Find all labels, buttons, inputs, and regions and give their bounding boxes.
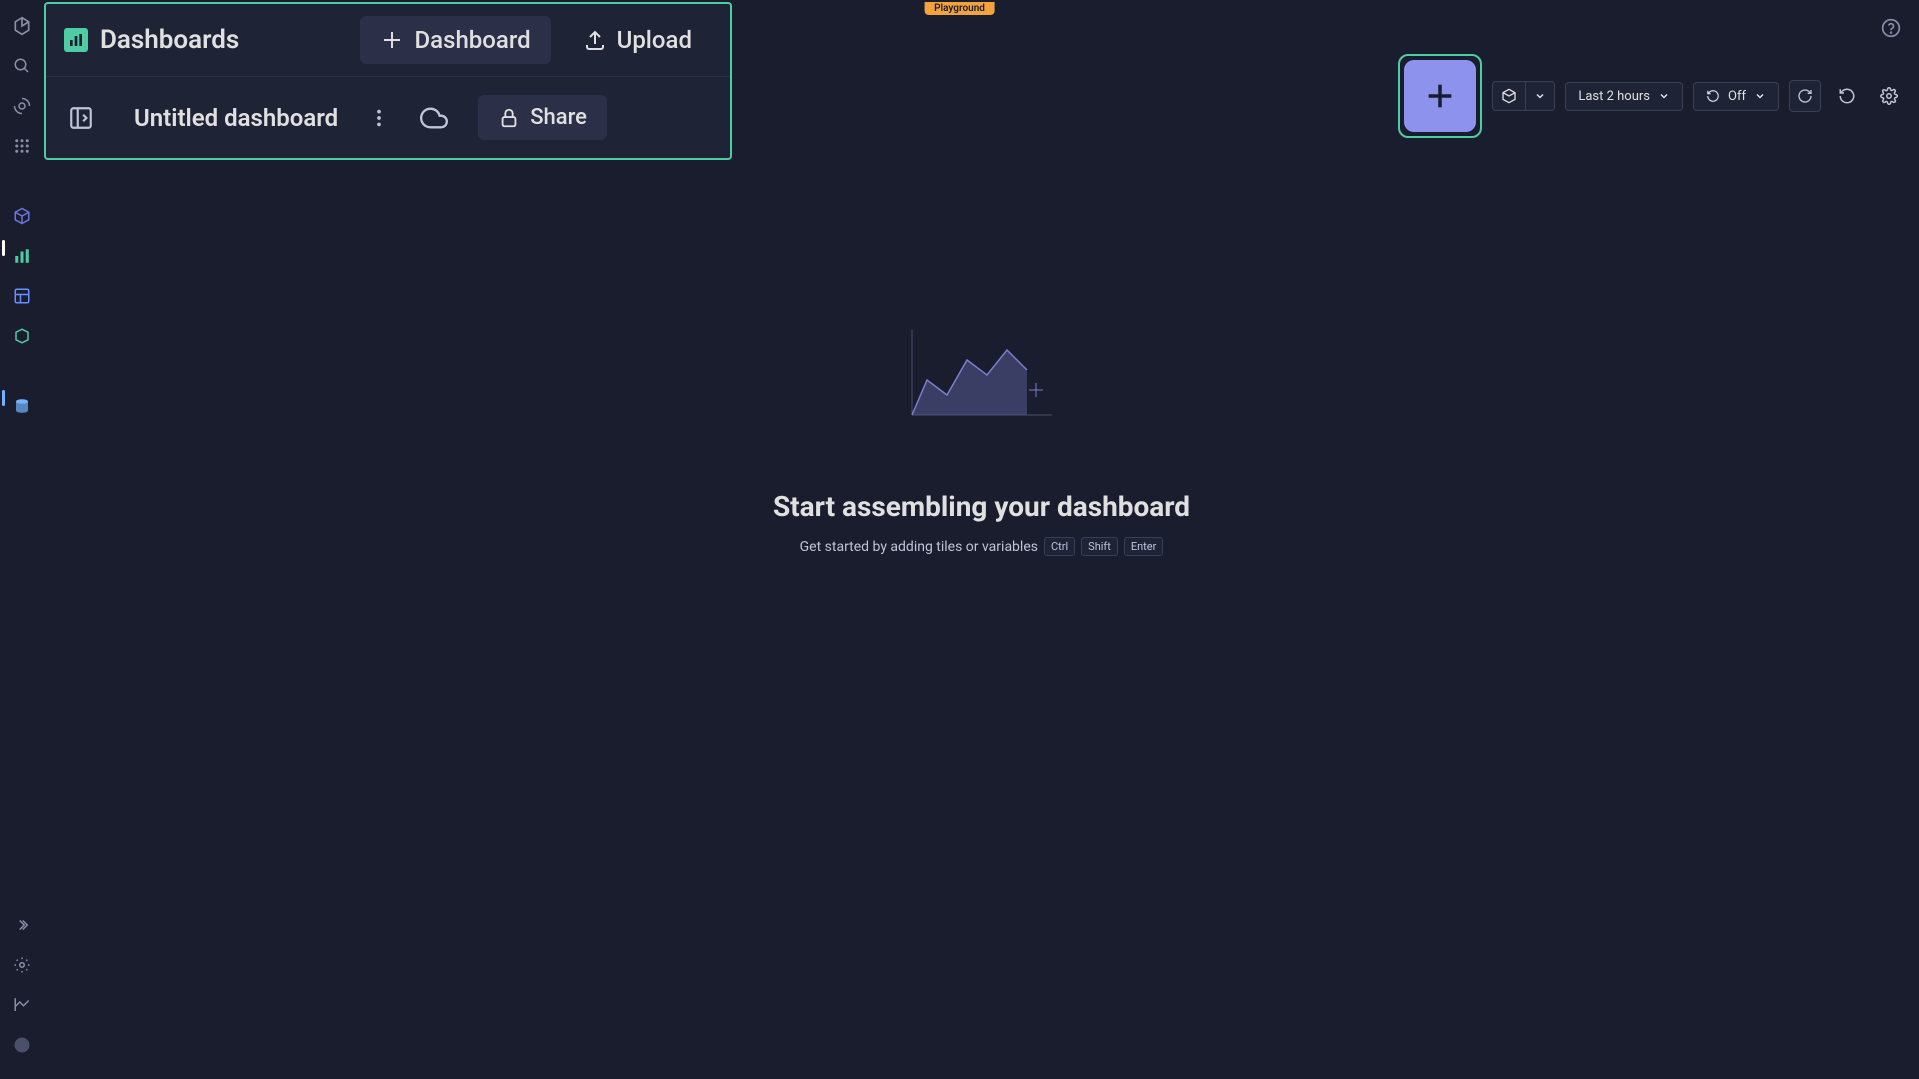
org-settings-icon[interactable] [6, 949, 38, 981]
sync-status-icon[interactable] [420, 104, 448, 132]
undo-icon [1838, 87, 1856, 105]
empty-title: Start assembling your dashboard [773, 490, 1190, 523]
refresh-icon [1797, 88, 1813, 104]
dashboards-title-label: Dashboards [100, 25, 239, 55]
time-range-selector[interactable]: Last 2 hours [1565, 82, 1683, 111]
tile-type-button[interactable] [1492, 81, 1525, 111]
plus-icon [380, 28, 404, 52]
analytics-icon[interactable] [6, 989, 38, 1021]
user-avatar[interactable] [6, 1029, 38, 1061]
undo-button[interactable] [1831, 80, 1863, 112]
search-icon[interactable] [6, 50, 38, 82]
plus-icon [1423, 79, 1457, 113]
active-indicator-2 [2, 390, 5, 406]
gear-icon [1880, 87, 1898, 105]
upload-icon [583, 28, 607, 52]
active-indicator [2, 240, 5, 256]
new-dashboard-button[interactable]: Dashboard [360, 16, 550, 64]
dashboards-nav-icon[interactable] [6, 240, 38, 272]
add-tile-button[interactable] [1404, 60, 1476, 132]
add-tile-highlight [1398, 54, 1482, 138]
layout-icon[interactable] [6, 280, 38, 312]
dashboards-icon [64, 28, 88, 52]
new-dashboard-label: Dashboard [414, 26, 530, 54]
apps-icon[interactable] [6, 130, 38, 162]
share-label: Share [530, 105, 587, 130]
upload-button[interactable]: Upload [563, 16, 712, 64]
time-range-label: Last 2 hours [1578, 89, 1650, 104]
chevron-down-icon [1754, 90, 1766, 102]
kbd-shift: Shift [1081, 537, 1118, 556]
chevron-down-icon [1658, 90, 1670, 102]
cube-icon[interactable] [6, 200, 38, 232]
tile-type-dropdown[interactable] [1525, 81, 1555, 111]
logo-icon[interactable] [6, 10, 38, 42]
auto-refresh-label: Off [1728, 89, 1746, 104]
observability-icon[interactable] [6, 90, 38, 122]
empty-chart-illustration [907, 320, 1057, 420]
refresh-button[interactable] [1789, 80, 1821, 112]
data-store-icon[interactable] [6, 390, 38, 422]
upload-label: Upload [617, 26, 692, 54]
empty-state: Start assembling your dashboard Get star… [44, 320, 1919, 556]
right-toolbar: Last 2 hours Off [1398, 54, 1905, 138]
auto-refresh-selector[interactable]: Off [1693, 82, 1779, 111]
dashboard-name[interactable]: Untitled dashboard [134, 104, 338, 132]
share-button[interactable]: Share [478, 95, 607, 140]
box-icon[interactable] [6, 320, 38, 352]
empty-subtitle-text: Get started by adding tiles or variables [800, 539, 1038, 555]
settings-button[interactable] [1873, 80, 1905, 112]
cube-icon [1501, 88, 1517, 104]
header-panel: Dashboards Dashboard Upload Untitled das… [44, 2, 732, 160]
collapse-sidebar-icon[interactable] [68, 105, 94, 131]
expand-icon[interactable] [6, 909, 38, 941]
empty-subtitle: Get started by adding tiles or variables… [800, 537, 1164, 556]
kbd-enter: Enter [1124, 537, 1164, 556]
chevron-down-icon [1534, 90, 1546, 102]
refresh-icon [1706, 89, 1720, 103]
lock-icon [498, 107, 520, 129]
playground-badge: Playground [924, 2, 995, 15]
breadcrumb-dashboards[interactable]: Dashboards [64, 25, 239, 55]
more-options-icon[interactable] [368, 107, 390, 129]
help-icon[interactable] [1881, 18, 1901, 38]
kbd-ctrl: Ctrl [1044, 537, 1075, 556]
left-sidebar [0, 0, 44, 1079]
